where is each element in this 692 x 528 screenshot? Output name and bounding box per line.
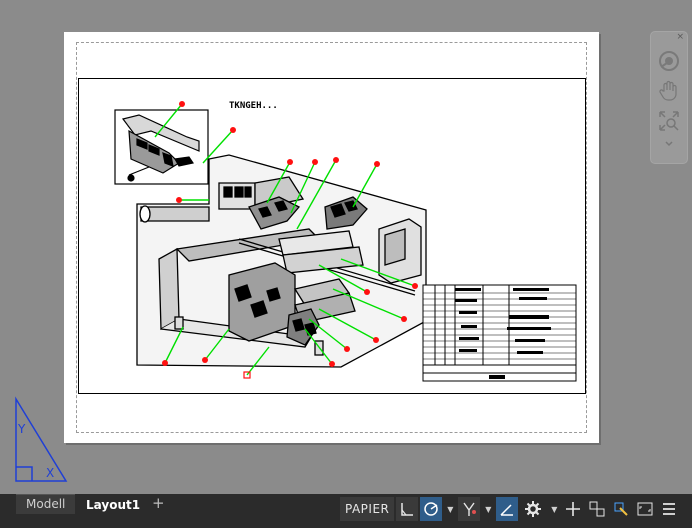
balloon-marker [344, 346, 350, 352]
svg-text:Y: Y [17, 422, 26, 436]
crosshair-icon[interactable] [562, 497, 584, 521]
gear-icon[interactable] [520, 497, 546, 521]
snap-grid-icon[interactable] [396, 497, 419, 521]
balloon-marker [287, 159, 293, 165]
add-layout-button[interactable]: + [146, 494, 171, 513]
navbar-close-icon[interactable]: × [676, 33, 684, 42]
title-block [422, 284, 577, 382]
balloon-marker [412, 283, 418, 289]
balloon-marker [312, 159, 318, 165]
balloon-marker [329, 361, 335, 367]
paper-sheet: TKNGEH... [64, 32, 599, 443]
balloon-marker [162, 360, 168, 366]
balloon-marker [401, 316, 407, 322]
steering-wheel-icon[interactable] [657, 49, 681, 73]
drawing-frame[interactable]: TKNGEH... [78, 78, 586, 394]
balloon-marker [179, 101, 185, 107]
balloon-marker [364, 289, 370, 295]
layout-viewport[interactable]: TKNGEH... × Y X [0, 0, 692, 494]
balloon-marker [374, 161, 380, 167]
drawing-title-text: TKNGEH... [229, 101, 278, 111]
zoom-extents-icon[interactable] [657, 109, 681, 133]
balloon-marker [202, 357, 208, 363]
chevron-down-icon[interactable]: ▼ [444, 497, 456, 521]
annotation-monitor-icon[interactable] [610, 497, 632, 521]
balloon-marker [230, 127, 236, 133]
balloon-marker [176, 197, 182, 203]
navigation-bar: × [650, 31, 688, 164]
chevron-down-icon[interactable]: ▼ [548, 497, 560, 521]
menu-icon[interactable] [658, 497, 680, 521]
main-assembly [136, 154, 427, 368]
chevron-down-icon[interactable]: ▼ [482, 497, 494, 521]
pan-hand-icon[interactable] [657, 79, 681, 103]
ucs-icon: Y X [15, 396, 68, 482]
balloon-marker [373, 337, 379, 343]
detail-view [114, 109, 209, 185]
tab-layout1[interactable]: Layout1 [76, 494, 151, 515]
chevron-down-icon[interactable] [657, 136, 681, 150]
fullscreen-icon[interactable] [634, 497, 656, 521]
lineweight-icon[interactable] [496, 497, 519, 521]
svg-text:X: X [46, 466, 54, 480]
tab-model[interactable]: Modell [16, 494, 76, 514]
cad-drawing: TKNGEH... [114, 101, 577, 382]
paper-space-toggle[interactable]: PAPIER [340, 497, 395, 521]
polar-tracking-icon[interactable] [420, 497, 443, 521]
balloon-marker [333, 157, 339, 163]
status-bar: PAPIER ▼ ▼ ▼ [340, 496, 682, 522]
isodraft-icon[interactable] [458, 497, 481, 521]
viewport-scale-icon[interactable] [586, 497, 608, 521]
